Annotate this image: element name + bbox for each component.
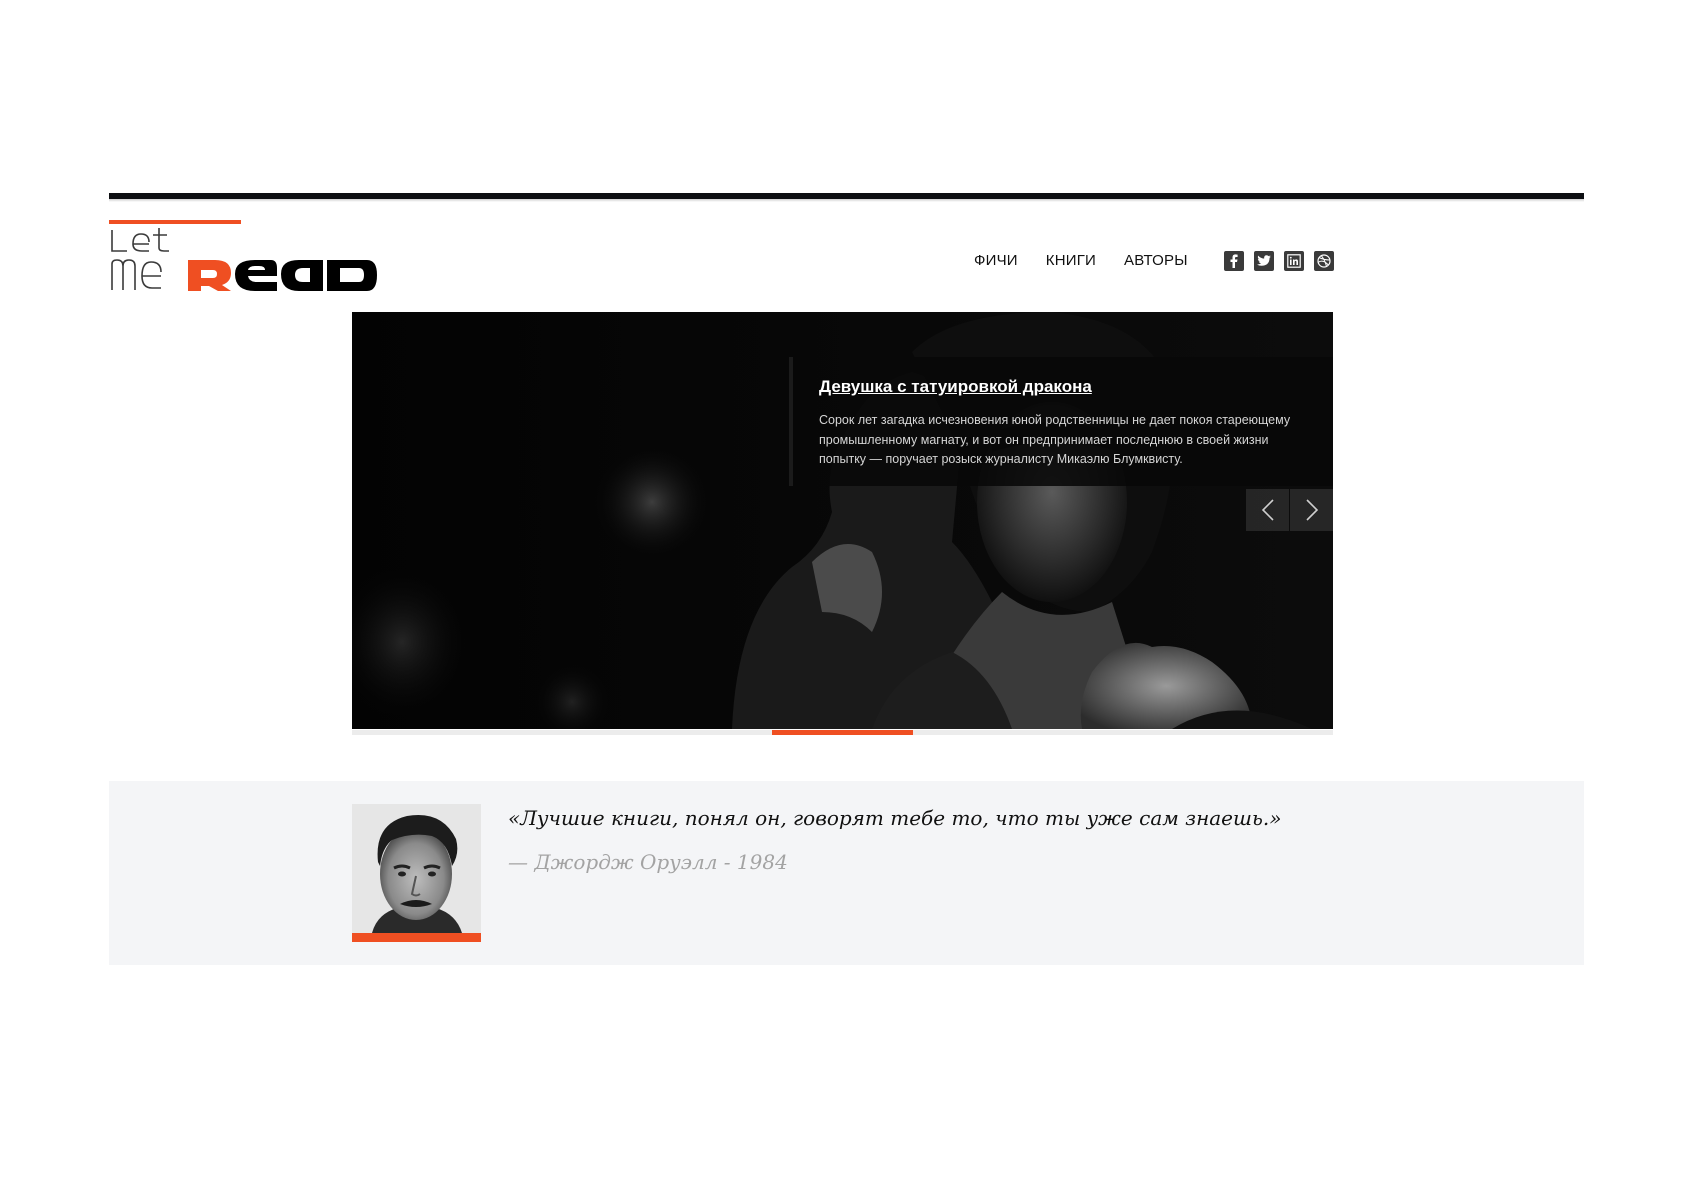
social-links — [1224, 251, 1334, 271]
slide-description: Сорок лет загадка исчезновения юной родс… — [819, 413, 1291, 466]
quote-text: «Лучшие книги, понял он, говорят тебе то… — [508, 806, 1282, 830]
nav-item-authors[interactable]: АВТОРЫ — [1124, 252, 1188, 272]
next-slide-button[interactable] — [1290, 489, 1333, 531]
chevron-left-icon — [1261, 499, 1274, 521]
slider-progress[interactable] — [352, 730, 1333, 735]
facebook-icon[interactable] — [1224, 251, 1244, 271]
quote-author: — Джордж Оруэлл - 1984 — [508, 850, 788, 874]
linkedin-icon[interactable] — [1284, 251, 1304, 271]
slider-progress-indicator — [772, 730, 913, 735]
twitter-icon[interactable] — [1254, 251, 1274, 271]
slider-arrows — [1246, 489, 1333, 531]
nav-item-books[interactable]: КНИГИ — [1046, 252, 1096, 272]
slide-title-link[interactable]: Девушка с татуировкой дракона — [819, 377, 1092, 397]
main-nav: ФИЧИ КНИГИ АВТОРЫ — [974, 252, 1188, 272]
author-portrait — [352, 804, 481, 942]
top-rule-shadow — [109, 199, 1584, 202]
site-logo[interactable] — [109, 220, 397, 292]
chevron-right-icon — [1305, 499, 1318, 521]
hero-slider[interactable]: Девушка с татуировкой дракона Сорок лет … — [352, 312, 1333, 729]
prev-slide-button[interactable] — [1246, 489, 1289, 531]
slide-caption: Девушка с татуировкой дракона Сорок лет … — [789, 357, 1333, 486]
dribbble-icon[interactable] — [1314, 251, 1334, 271]
nav-item-features[interactable]: ФИЧИ — [974, 252, 1018, 272]
portrait-accent-bar — [352, 933, 481, 942]
